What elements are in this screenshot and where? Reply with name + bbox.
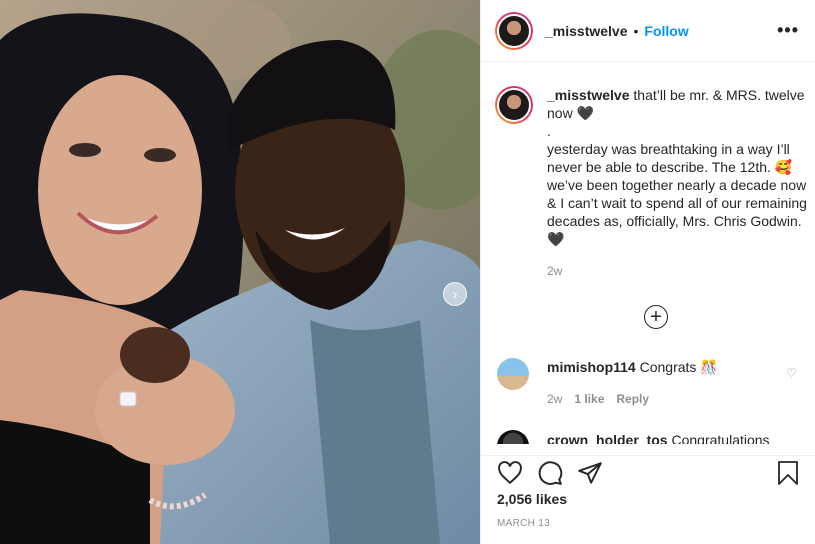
caption-text-3: yesterday was breathtaking in a way I’ll… (547, 141, 811, 247)
instagram-post: › _misstwelve • Follow ••• _misstwelve t… (0, 0, 815, 544)
comment-item: crown_holder_tos Congratulations (497, 430, 807, 444)
comment-text: Congrats 🎊 (639, 359, 718, 375)
share-icon[interactable] (577, 460, 603, 486)
author-avatar[interactable] (495, 11, 533, 50)
author-username[interactable]: _misstwelve (545, 23, 628, 39)
comment-like-icon[interactable]: ♡ (786, 366, 797, 380)
more-options-icon[interactable]: ••• (777, 20, 799, 41)
heart-icon[interactable] (497, 460, 523, 486)
post-photo[interactable]: › (0, 0, 480, 544)
post-actions: 2,056 likes MARCH 13 (481, 455, 815, 544)
plus-circle-icon: + (650, 305, 662, 328)
comment-item: mimishop114 Congrats 🎊 2w 1 like Reply ♡ (497, 358, 807, 408)
post-caption: _misstwelve that’ll be mr. & MRS. twelve… (495, 86, 807, 280)
likes-count[interactable]: 2,056 likes (497, 491, 567, 507)
chevron-right-icon: › (452, 286, 458, 302)
comment-icon[interactable] (537, 460, 563, 486)
post-date[interactable]: MARCH 13 (497, 518, 550, 529)
bookmark-icon[interactable] (776, 460, 800, 486)
comment-timestamp[interactable]: 2w (547, 390, 562, 408)
post-sidebar: _misstwelve • Follow ••• _misstwelve tha… (480, 0, 815, 544)
couple-photo (0, 0, 480, 544)
post-header: _misstwelve • Follow ••• (481, 0, 815, 62)
reply-button[interactable]: Reply (616, 390, 649, 408)
caption-username[interactable]: _misstwelve (547, 87, 630, 103)
caption-first-line: _misstwelve that’ll be mr. & MRS. twelve… (547, 86, 807, 122)
commenter-username[interactable]: crown_holder_tos (547, 432, 668, 444)
caption-avatar[interactable] (495, 86, 533, 124)
separator-dot: • (633, 22, 639, 39)
comment-text: Congratulations (671, 432, 770, 444)
caption-timestamp[interactable]: 2w (547, 262, 807, 280)
caption-text-2: . (547, 123, 551, 139)
follow-button[interactable]: Follow (644, 23, 688, 39)
commenter-avatar[interactable] (497, 430, 529, 444)
commenter-avatar[interactable] (497, 358, 529, 390)
next-image-button[interactable]: › (443, 282, 467, 306)
commenter-username[interactable]: mimishop114 (547, 359, 636, 375)
comment-likes[interactable]: 1 like (574, 390, 604, 408)
load-more-comments-button[interactable]: + (644, 305, 668, 329)
